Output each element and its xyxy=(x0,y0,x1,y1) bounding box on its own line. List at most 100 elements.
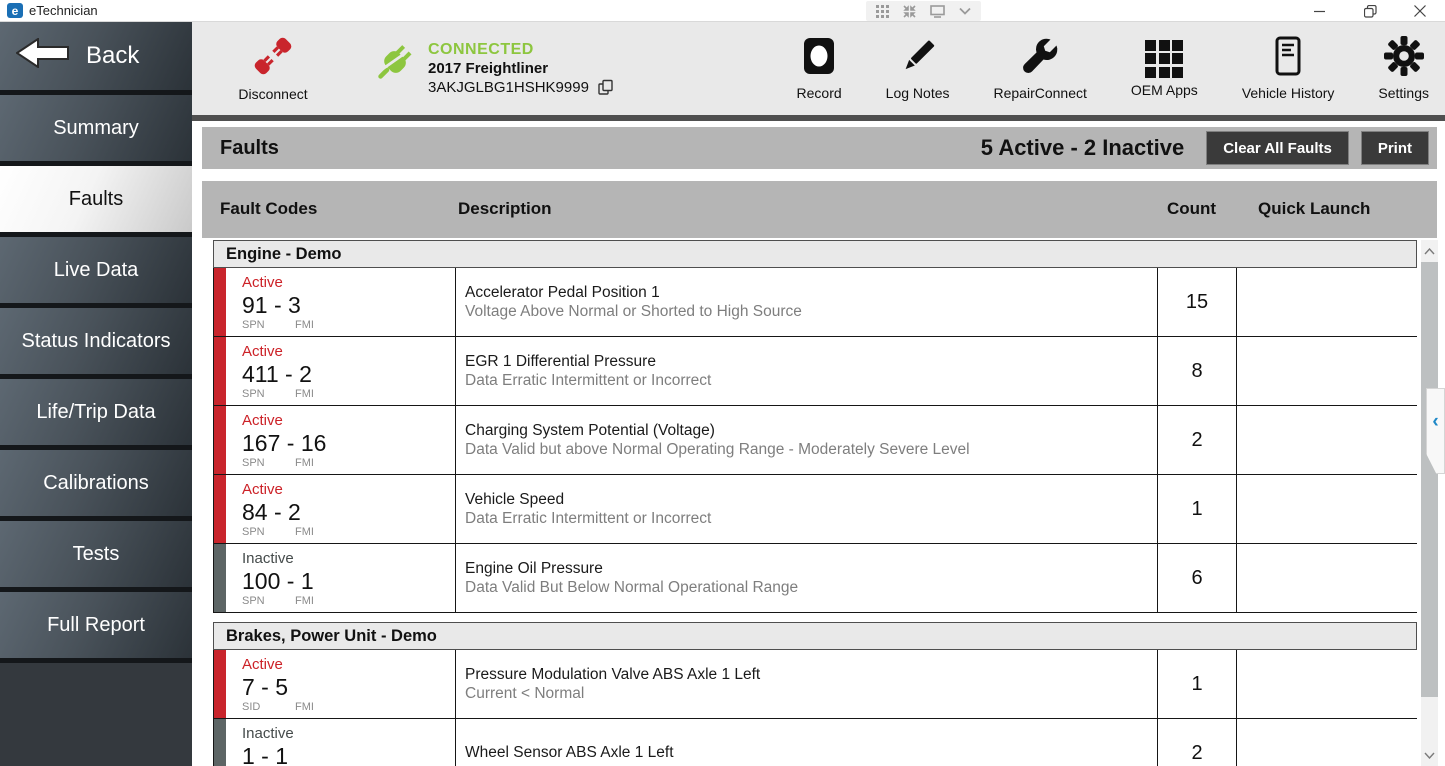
sidebar-item-life-trip-data[interactable]: Life/Trip Data xyxy=(0,379,192,450)
section-header: Engine - Demo xyxy=(213,240,1417,268)
scroll-up-icon[interactable] xyxy=(1421,240,1438,262)
count-cell: 15 xyxy=(1158,268,1237,336)
back-button[interactable]: Back xyxy=(0,22,192,95)
faults-header-bar: Faults 5 Active - 2 Inactive Clear All F… xyxy=(202,127,1437,169)
scroll-down-icon[interactable] xyxy=(1421,744,1438,766)
page-title: Faults xyxy=(202,137,279,160)
fault-code: 91 - 3 xyxy=(242,292,314,318)
vertical-scrollbar[interactable] xyxy=(1421,240,1438,766)
fault-code: 100 - 1 xyxy=(242,568,314,594)
count-cell: 1 xyxy=(1158,650,1237,718)
code-type-labels: SPNFMI xyxy=(242,526,314,538)
fault-row[interactable]: Active84 - 2SPNFMIVehicle SpeedData Erra… xyxy=(213,475,1417,544)
fault-row[interactable]: Active411 - 2SPNFMI EGR 1 Differential Pr… xyxy=(213,337,1417,406)
status-label: Active xyxy=(242,657,314,674)
fault-row[interactable]: Active91 - 3SPNFMI Accelerator Pedal Posi… xyxy=(213,268,1417,337)
sidebar-item-calibrations[interactable]: Calibrations xyxy=(0,450,192,521)
fault-code-cell: Active167 - 16SPNFMI xyxy=(214,406,456,474)
fault-row[interactable]: Active7 - 5SIDFMI Pressure Modulation Val… xyxy=(213,650,1417,719)
fault-code-info: Active167 - 16SPNFMI xyxy=(226,406,326,474)
fault-code: 1 - 1 xyxy=(242,743,314,766)
settings-button[interactable]: Settings xyxy=(1378,36,1429,101)
connection-status: CONNECTED xyxy=(428,40,614,60)
fault-code-info: Inactive1 - 1SIDFMI xyxy=(226,719,314,766)
sidebar-item-full-report[interactable]: Full Report xyxy=(0,592,192,663)
column-fault-codes: Fault Codes xyxy=(220,199,317,219)
fault-code: 7 - 5 xyxy=(242,674,314,700)
connection-info: CONNECTED 2017 Freightliner 3AKJGLBG1HSH… xyxy=(366,40,614,98)
chevron-down-icon[interactable] xyxy=(959,7,971,15)
minimize-button[interactable] xyxy=(1295,0,1345,22)
fault-code-info: Active411 - 2SPNFMI xyxy=(226,337,314,405)
connected-plug-icon xyxy=(366,41,416,96)
column-description: Description xyxy=(458,199,552,219)
code-type-label: SPN xyxy=(242,388,295,400)
description-cell: Accelerator Pedal Position 1Voltage Abov… xyxy=(456,268,1158,336)
quick-launch-cell xyxy=(1237,406,1417,474)
vehicle-vin: 3AKJGLBG1HSHK9999 xyxy=(428,79,589,98)
disconnect-button[interactable]: Disconnect xyxy=(230,35,316,102)
column-count: Count xyxy=(1167,199,1216,219)
copy-icon[interactable] xyxy=(597,79,614,96)
status-bar xyxy=(214,337,226,405)
sidebar-item-live-data[interactable]: Live Data xyxy=(0,237,192,308)
repairconnect-button[interactable]: RepairConnect xyxy=(994,36,1087,101)
fault-code-cell: Active91 - 3SPNFMI xyxy=(214,268,456,336)
count-cell: 8 xyxy=(1158,337,1237,405)
fault-detail: Current < Normal xyxy=(465,684,1157,703)
vehicle-history-button[interactable]: Vehicle History xyxy=(1242,36,1335,101)
quick-launch-cell xyxy=(1237,337,1417,405)
fault-row[interactable]: Inactive100 - 1SPNFMIEngine Oil Pressure… xyxy=(213,544,1417,613)
fmi-label: FMI xyxy=(295,701,314,713)
document-icon xyxy=(1268,36,1308,81)
code-type-labels: SPNFMI xyxy=(242,595,314,607)
fault-code-info: Active7 - 5SIDFMI xyxy=(226,650,314,718)
fault-title: Wheel Sensor ABS Axle 1 Left xyxy=(465,743,1157,762)
fmi-label: FMI xyxy=(295,457,314,469)
clear-all-faults-button[interactable]: Clear All Faults xyxy=(1206,131,1349,165)
sidebar-item-summary[interactable]: Summary xyxy=(0,95,192,166)
fault-title: EGR 1 Differential Pressure xyxy=(465,352,1157,371)
quick-launch-cell xyxy=(1237,268,1417,336)
description-cell: Wheel Sensor ABS Axle 1 Left xyxy=(456,719,1158,766)
oem-apps-button[interactable]: OEM Apps xyxy=(1131,40,1198,98)
gear-icon xyxy=(1384,36,1424,81)
fault-row[interactable]: Inactive1 - 1SIDFMI Wheel Sensor ABS Axle… xyxy=(213,719,1417,766)
toolbar: Disconnect CONNECTED 2017 Freightliner 3… xyxy=(192,22,1445,115)
status-label: Active xyxy=(242,275,314,292)
log-notes-button[interactable]: Log Notes xyxy=(886,36,950,101)
count-cell: 1 xyxy=(1158,475,1237,543)
status-bar xyxy=(214,544,226,612)
fmi-label: FMI xyxy=(295,388,314,400)
print-button[interactable]: Print xyxy=(1361,131,1429,165)
status-bar xyxy=(214,475,226,543)
description-cell: EGR 1 Differential PressureData Erratic … xyxy=(456,337,1158,405)
sidebar-item-faults[interactable]: Faults xyxy=(0,166,192,237)
titlebar: e eTechnician xyxy=(0,0,1445,22)
chevron-left-icon: ‹ xyxy=(1432,411,1438,433)
fault-title: Pressure Modulation Valve ABS Axle 1 Lef… xyxy=(465,665,1157,684)
description-cell: Pressure Modulation Valve ABS Axle 1 Lef… xyxy=(456,650,1158,718)
grid-icon[interactable] xyxy=(876,5,889,18)
description-cell: Engine Oil PressureData Valid But Below … xyxy=(456,544,1158,612)
fault-title: Accelerator Pedal Position 1 xyxy=(465,283,1157,302)
monitor-icon[interactable] xyxy=(930,5,945,18)
description-cell: Vehicle SpeedData Erratic Intermittent o… xyxy=(456,475,1158,543)
collapse-icon[interactable] xyxy=(903,5,916,18)
restore-button[interactable] xyxy=(1345,0,1395,22)
fault-code-info: Active91 - 3SPNFMI xyxy=(226,268,314,336)
sidebar-item-tests[interactable]: Tests xyxy=(0,521,192,592)
pencil-icon xyxy=(898,36,938,81)
fault-detail: Data Valid but above Normal Operating Ra… xyxy=(465,440,1157,459)
scrollbar-thumb[interactable] xyxy=(1421,262,1438,697)
remote-toolbar xyxy=(866,1,981,21)
quick-launch-cell xyxy=(1237,650,1417,718)
fault-row[interactable]: Active167 - 16SPNFMICharging System Pote… xyxy=(213,406,1417,475)
record-button[interactable]: Record xyxy=(797,36,842,101)
close-button[interactable] xyxy=(1395,0,1445,22)
code-type-labels: SPNFMI xyxy=(242,457,326,469)
status-bar xyxy=(214,650,226,718)
status-bar xyxy=(214,719,226,766)
quick-launch-cell xyxy=(1237,544,1417,612)
sidebar-item-status-indicators[interactable]: Status Indicators xyxy=(0,308,192,379)
